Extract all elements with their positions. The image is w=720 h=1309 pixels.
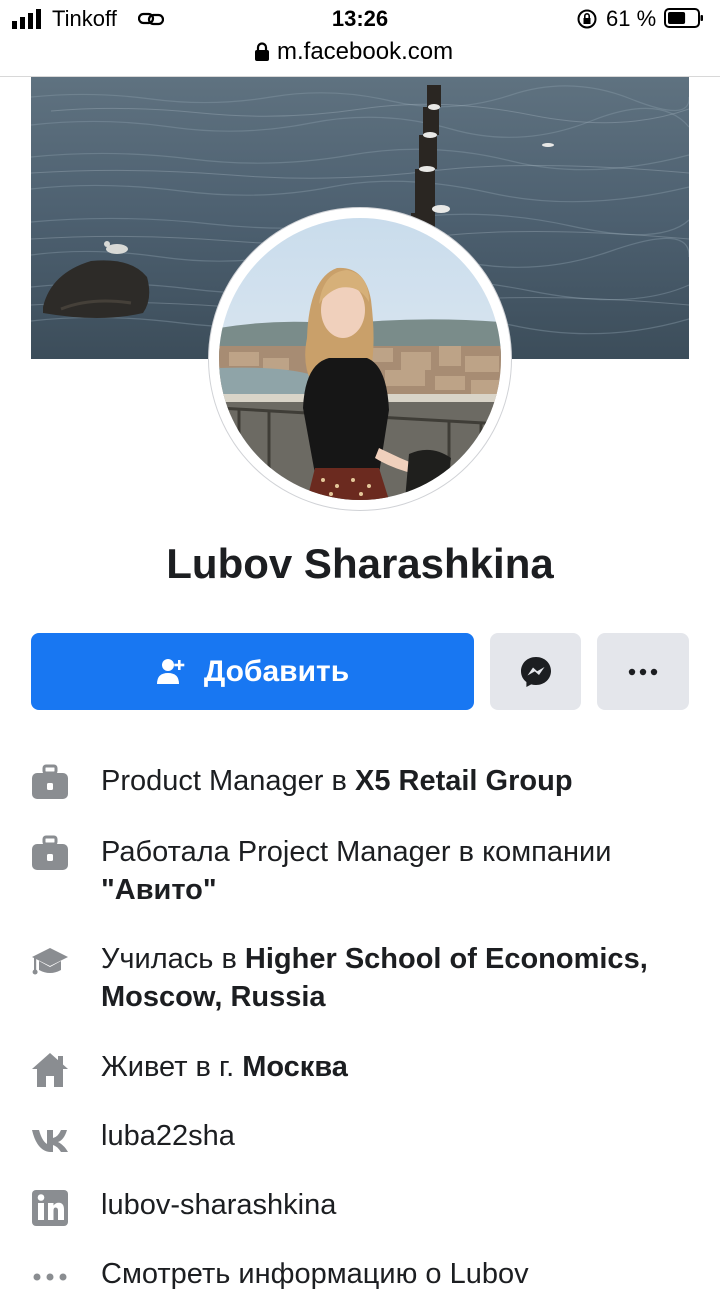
briefcase-icon xyxy=(32,835,68,870)
add-friend-button[interactable]: Добавить xyxy=(31,633,474,710)
url-text[interactable]: m.facebook.com xyxy=(277,38,453,66)
profile-name: Lubov Sharashkina xyxy=(166,540,554,587)
vk-icon xyxy=(32,1130,68,1152)
more-options-button[interactable] xyxy=(597,633,689,710)
padlock-icon xyxy=(255,42,269,61)
add-friend-label: Добавить xyxy=(203,654,350,688)
intro-work-current-text: Product Manager в X5 Retail Group xyxy=(101,765,573,797)
more-icon xyxy=(628,668,658,675)
briefcase-icon xyxy=(32,764,68,799)
linkedin-icon xyxy=(32,1190,68,1226)
add-friend-icon xyxy=(156,658,185,684)
profile-photo xyxy=(219,218,501,500)
messenger-button[interactable] xyxy=(490,633,581,710)
profile-picture[interactable] xyxy=(209,208,511,510)
vk-username: luba22sha xyxy=(101,1120,235,1152)
battery-percentage: 61 % xyxy=(606,6,657,31)
lives-city[interactable]: Москва xyxy=(242,1051,348,1083)
battery-icon xyxy=(664,8,703,28)
orientation-lock-icon xyxy=(577,9,597,29)
status-bar: Tinkoff 13:26 61 % xyxy=(0,0,720,38)
graduation-cap-icon xyxy=(32,948,68,975)
intro-lives-text: Живет в г. Москва xyxy=(101,1051,348,1083)
linkedin-username: lubov-sharashkina xyxy=(101,1189,337,1221)
intro-work-past-text: Работала Project Manager в компании "Ави… xyxy=(101,836,612,906)
intro-education-text: Училась в Higher School of Economics, Mo… xyxy=(101,943,648,1013)
work-past-company[interactable]: "Авито" xyxy=(101,874,217,906)
see-about-link[interactable]: Смотреть информацию о Lubov xyxy=(101,1255,701,1293)
messenger-icon xyxy=(520,656,551,687)
more-info-icon xyxy=(33,1273,67,1281)
browser-address-bar[interactable]: m.facebook.com xyxy=(0,36,720,77)
home-icon xyxy=(32,1053,68,1087)
work-current-company[interactable]: X5 Retail Group xyxy=(355,765,573,797)
